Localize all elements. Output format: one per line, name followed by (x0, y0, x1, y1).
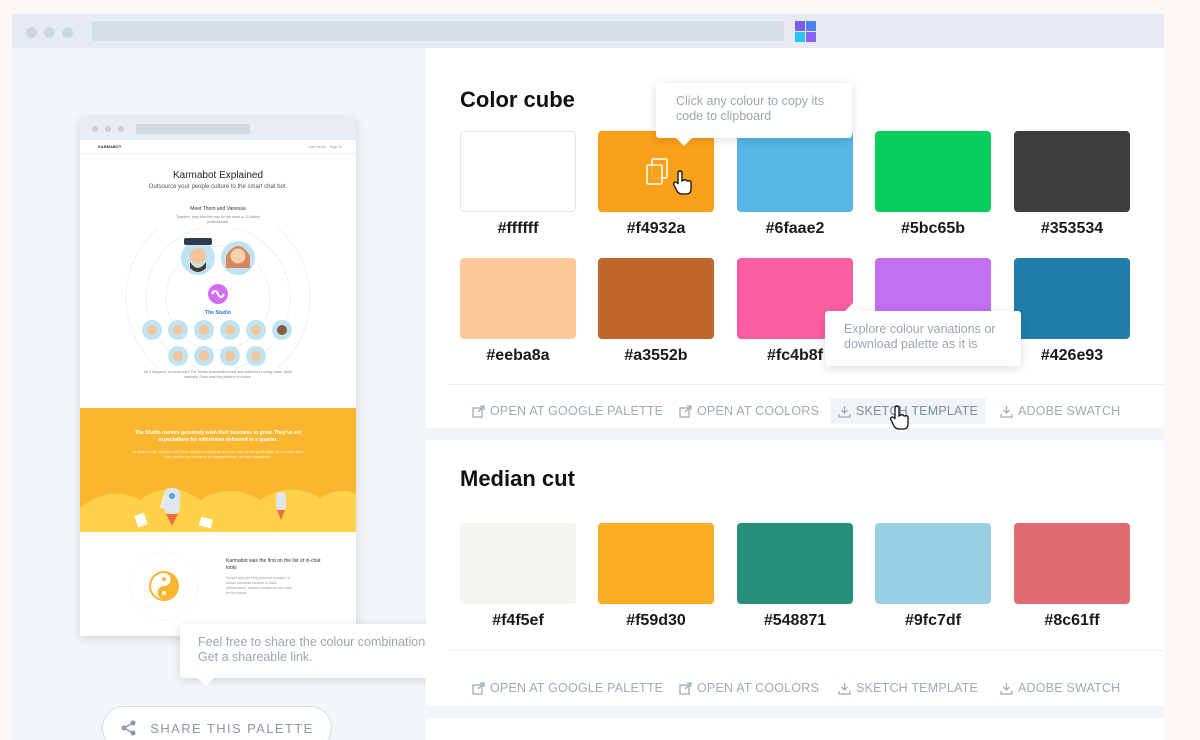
color-swatch[interactable] (1014, 131, 1130, 212)
color-swatch[interactable] (737, 523, 853, 604)
open-google-palette-link-label: OPEN AT GOOGLE PALETTE (490, 404, 664, 418)
download-icon (838, 682, 851, 695)
preview-dot (118, 126, 124, 132)
panel-divider (448, 384, 1164, 385)
preview-title: Karmabot Explained (172, 170, 264, 181)
browser-window: KARMABOT Live demo · Sign in Karmabot Ex… (12, 14, 1164, 740)
panel-gap (426, 428, 1164, 440)
color-hex-label: #8c61ff (1044, 612, 1100, 629)
open-google-palette-link[interactable]: OPEN AT GOOGLE PALETTE (464, 675, 671, 701)
color-swatch[interactable] (460, 523, 576, 604)
color-hex-label: #426e93 (1040, 347, 1104, 364)
open-coolors-link-label: OPEN AT COOLORS (697, 404, 820, 418)
color-swatch[interactable] (1014, 523, 1130, 604)
preview-browser-bar (80, 118, 356, 140)
sketch-template-link-label: SKETCH TEMPLATE (856, 404, 979, 418)
color-hex-label: #ffffff (497, 220, 539, 237)
download-icon (1000, 682, 1013, 695)
preview-yin-yang-illustration (129, 551, 199, 621)
sketch-template-link-label: SKETCH TEMPLATE (856, 681, 979, 695)
preview-meet-heading: Meet Thom and Vanessa (190, 206, 246, 212)
address-bar[interactable] (92, 21, 784, 41)
preview-meet-text: Together, they lead the way for the team… (176, 215, 260, 224)
color-swatch[interactable] (460, 258, 576, 339)
external-link-icon (679, 404, 692, 418)
color-swatch[interactable] (1014, 258, 1130, 339)
color-hex-label: #9fc7df (904, 612, 962, 629)
preview-url-bar (136, 124, 250, 134)
external-link-icon (472, 681, 485, 695)
title-bar (12, 14, 1164, 48)
color-hex-label: #548871 (763, 612, 827, 629)
open-google-palette-link-label: OPEN AT GOOGLE PALETTE (490, 681, 664, 695)
adobe-swatch-link[interactable]: ADOBE SWATCH (992, 675, 1128, 701)
hand-cursor-icon (890, 405, 909, 430)
color-hex-label: #6faae2 (765, 220, 825, 237)
color-hex-label: #a3552b (624, 347, 688, 364)
color-hex-label: #f59d30 (626, 612, 686, 629)
download-icon (838, 405, 851, 418)
open-coolors-link[interactable]: OPEN AT COOLORS (671, 398, 827, 424)
color-swatch[interactable] (460, 131, 576, 212)
window-dot (62, 27, 73, 38)
open-coolors-link-label: OPEN AT COOLORS (697, 681, 820, 695)
preview-nav: KARMABOT Live demo · Sign in (80, 140, 356, 154)
copy-icon (646, 158, 668, 185)
palette-app-icon (795, 21, 816, 42)
color-swatch[interactable] (875, 523, 991, 604)
preview-brand: KARMABOT (98, 144, 122, 149)
preview-rocket-illustration (80, 488, 356, 532)
website-preview: KARMABOT Live demo · Sign in Karmabot Ex… (80, 118, 356, 636)
preview-paragraph: As it happens, at some point The Studio … (144, 370, 292, 379)
color-hex-label: #f4932a (626, 220, 686, 237)
color-hex-label: #5bc65b (900, 220, 966, 237)
copy-tooltip: Click any colour to copy its code to cli… (656, 83, 852, 146)
share-icon (121, 720, 136, 736)
window-dot (26, 27, 37, 38)
external-link-icon (679, 681, 692, 695)
explore-tooltip: Explore colour variations or download pa… (825, 303, 1021, 366)
external-link-icon (472, 404, 485, 418)
sketch-template-link[interactable]: SKETCH TEMPLATE (830, 675, 986, 701)
next-panel (426, 718, 1164, 740)
open-google-palette-link[interactable]: OPEN AT GOOGLE PALETTE (464, 398, 671, 424)
color-hex-label: #353534 (1040, 220, 1104, 237)
preview-dot (92, 126, 98, 132)
color-swatch[interactable] (875, 131, 991, 212)
preview-dot (105, 126, 111, 132)
color-hex-label: #f4f5ef (492, 612, 544, 629)
color-cube-title: Color cube (460, 87, 575, 112)
open-coolors-link[interactable]: OPEN AT COOLORS (671, 675, 827, 701)
share-tooltip: Feel free to share the colour combinatio… (180, 624, 454, 686)
color-swatch[interactable] (737, 131, 853, 212)
preview-team-illustration: The Studio (125, 228, 311, 368)
download-icon (1000, 405, 1013, 418)
preview-orange-section: The Studio owners genuinely wish their b… (80, 408, 356, 532)
color-hex-label: #eeba8a (486, 347, 550, 364)
color-swatch[interactable] (598, 258, 714, 339)
color-swatch[interactable] (598, 523, 714, 604)
adobe-swatch-link-label: ADOBE SWATCH (1018, 681, 1121, 695)
panel-gap (426, 706, 1164, 718)
median-cut-panel: Median cut #f4f5ef #f59d30 #548871 #9fc7df #… (426, 440, 1164, 706)
hand-cursor-icon (673, 170, 692, 195)
preview-karma-title: Karmabot was the first on the list of in… (226, 558, 321, 571)
preview-studio-label: The Studio (205, 310, 231, 316)
window-dot (44, 27, 55, 38)
preview-karma-text: Simple and yet very powerful solution. I… (226, 576, 292, 595)
share-button-label: SHARE THIS PALETTE (150, 720, 314, 736)
adobe-swatch-link[interactable]: ADOBE SWATCH (992, 398, 1128, 424)
preview-nav-links: Live demo · Sign in (307, 144, 342, 149)
share-palette-button[interactable]: SHARE THIS PALETTE (102, 706, 332, 740)
adobe-swatch-link-label: ADOBE SWATCH (1018, 404, 1121, 418)
preview-subtitle: Outsource your people culture to the sma… (148, 184, 288, 190)
panel-divider (448, 650, 1164, 651)
median-cut-title: Median cut (460, 466, 575, 491)
